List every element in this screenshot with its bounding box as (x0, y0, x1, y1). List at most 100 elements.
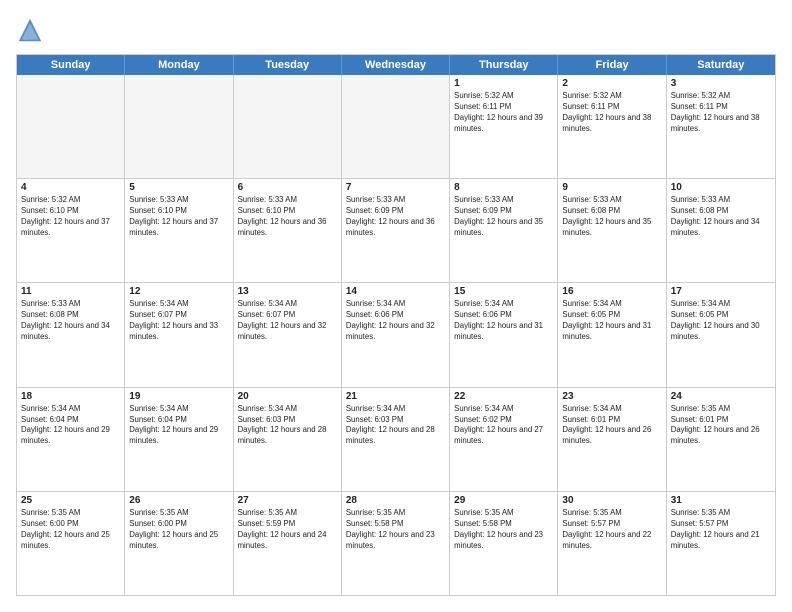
day-info: Sunrise: 5:34 AMSunset: 6:06 PMDaylight:… (346, 299, 445, 343)
calendar-cell-1: 1 Sunrise: 5:32 AMSunset: 6:11 PMDaylight… (450, 75, 558, 178)
day-number: 12 (129, 286, 228, 297)
day-number: 19 (129, 391, 228, 402)
day-info: Sunrise: 5:33 AMSunset: 6:10 PMDaylight:… (238, 195, 337, 239)
day-number: 30 (562, 495, 661, 506)
day-info: Sunrise: 5:34 AMSunset: 6:04 PMDaylight:… (21, 404, 120, 448)
calendar-cell-30: 30 Sunrise: 5:35 AMSunset: 5:57 PMDayligh… (558, 492, 666, 595)
day-number: 21 (346, 391, 445, 402)
day-info: Sunrise: 5:35 AMSunset: 6:01 PMDaylight:… (671, 404, 771, 448)
calendar-cell-4: 4 Sunrise: 5:32 AMSunset: 6:10 PMDaylight… (17, 179, 125, 282)
day-info: Sunrise: 5:32 AMSunset: 6:10 PMDaylight:… (21, 195, 120, 239)
weekday-header-wednesday: Wednesday (342, 55, 450, 75)
day-info: Sunrise: 5:35 AMSunset: 6:00 PMDaylight:… (129, 508, 228, 552)
calendar-cell-11: 11 Sunrise: 5:33 AMSunset: 6:08 PMDayligh… (17, 283, 125, 386)
day-info: Sunrise: 5:32 AMSunset: 6:11 PMDaylight:… (454, 91, 553, 135)
calendar-row-4: 25Sunrise: 5:35 AMSunset: 6:00 PMDayligh… (17, 492, 775, 595)
day-number: 5 (129, 182, 228, 193)
calendar-cell-empty (17, 75, 125, 178)
day-info: Sunrise: 5:35 AMSunset: 5:58 PMDaylight:… (454, 508, 553, 552)
day-number: 17 (671, 286, 771, 297)
page: SundayMondayTuesdayWednesdayThursdayFrid… (0, 0, 792, 612)
calendar-cell-empty (125, 75, 233, 178)
calendar-row-1: 4 Sunrise: 5:32 AMSunset: 6:10 PMDaylight… (17, 179, 775, 283)
calendar-cell-24: 24 Sunrise: 5:35 AMSunset: 6:01 PMDayligh… (667, 388, 775, 491)
weekday-header-thursday: Thursday (450, 55, 558, 75)
day-number: 18 (21, 391, 120, 402)
day-info: Sunrise: 5:34 AMSunset: 6:03 PMDaylight:… (238, 404, 337, 448)
calendar-cell-19: 19 Sunrise: 5:34 AMSunset: 6:04 PMDayligh… (125, 388, 233, 491)
day-number: 24 (671, 391, 771, 402)
calendar-cell-28: 28 Sunrise: 5:35 AMSunset: 5:58 PMDayligh… (342, 492, 450, 595)
calendar-cell-empty (342, 75, 450, 178)
calendar-cell-27: 27 Sunrise: 5:35 AMSunset: 5:59 PMDayligh… (234, 492, 342, 595)
calendar-cell-6: 6Sunrise: 5:33 AMSunset: 6:10 PMDaylight… (234, 179, 342, 282)
calendar-row-2: 11 Sunrise: 5:33 AMSunset: 6:08 PMDayligh… (17, 283, 775, 387)
calendar-cell-16: 16Sunrise: 5:34 AMSunset: 6:05 PMDayligh… (558, 283, 666, 386)
day-info: Sunrise: 5:35 AMSunset: 6:00 PMDaylight:… (21, 508, 120, 552)
day-info: Sunrise: 5:35 AMSunset: 5:59 PMDaylight:… (238, 508, 337, 552)
day-number: 27 (238, 495, 337, 506)
day-info: Sunrise: 5:35 AMSunset: 5:57 PMDaylight:… (562, 508, 661, 552)
day-number: 22 (454, 391, 553, 402)
calendar-cell-15: 15Sunrise: 5:34 AMSunset: 6:06 PMDayligh… (450, 283, 558, 386)
day-number: 4 (21, 182, 120, 193)
calendar-cell-10: 10Sunrise: 5:33 AMSunset: 6:08 PMDayligh… (667, 179, 775, 282)
calendar-row-3: 18 Sunrise: 5:34 AMSunset: 6:04 PMDayligh… (17, 388, 775, 492)
day-info: Sunrise: 5:35 AMSunset: 5:58 PMDaylight:… (346, 508, 445, 552)
weekday-header-sunday: Sunday (17, 55, 125, 75)
day-info: Sunrise: 5:33 AMSunset: 6:09 PMDaylight:… (346, 195, 445, 239)
calendar-header-row: SundayMondayTuesdayWednesdayThursdayFrid… (17, 55, 775, 75)
day-number: 23 (562, 391, 661, 402)
day-info: Sunrise: 5:35 AMSunset: 5:57 PMDaylight:… (671, 508, 771, 552)
calendar-cell-22: 22 Sunrise: 5:34 AMSunset: 6:02 PMDayligh… (450, 388, 558, 491)
day-number: 9 (562, 182, 661, 193)
calendar-cell-12: 12 Sunrise: 5:34 AMSunset: 6:07 PMDayligh… (125, 283, 233, 386)
day-info: Sunrise: 5:33 AMSunset: 6:08 PMDaylight:… (21, 299, 120, 343)
day-info: Sunrise: 5:33 AMSunset: 6:09 PMDaylight:… (454, 195, 553, 239)
calendar-cell-5: 5 Sunrise: 5:33 AMSunset: 6:10 PMDaylight… (125, 179, 233, 282)
calendar-cell-3: 3 Sunrise: 5:32 AMSunset: 6:11 PMDaylight… (667, 75, 775, 178)
weekday-header-friday: Friday (558, 55, 666, 75)
day-info: Sunrise: 5:33 AMSunset: 6:08 PMDaylight:… (562, 195, 661, 239)
day-info: Sunrise: 5:34 AMSunset: 6:07 PMDaylight:… (129, 299, 228, 343)
calendar-cell-23: 23 Sunrise: 5:34 AMSunset: 6:01 PMDayligh… (558, 388, 666, 491)
day-info: Sunrise: 5:34 AMSunset: 6:03 PMDaylight:… (346, 404, 445, 448)
logo (16, 16, 48, 44)
day-number: 1 (454, 78, 553, 89)
day-info: Sunrise: 5:34 AMSunset: 6:02 PMDaylight:… (454, 404, 553, 448)
day-info: Sunrise: 5:34 AMSunset: 6:04 PMDaylight:… (129, 404, 228, 448)
day-number: 13 (238, 286, 337, 297)
day-info: Sunrise: 5:32 AMSunset: 6:11 PMDaylight:… (671, 91, 771, 135)
calendar-cell-14: 14Sunrise: 5:34 AMSunset: 6:06 PMDayligh… (342, 283, 450, 386)
calendar-cell-17: 17 Sunrise: 5:34 AMSunset: 6:05 PMDayligh… (667, 283, 775, 386)
day-info: Sunrise: 5:33 AMSunset: 6:10 PMDaylight:… (129, 195, 228, 239)
day-number: 29 (454, 495, 553, 506)
day-number: 31 (671, 495, 771, 506)
day-number: 3 (671, 78, 771, 89)
day-info: Sunrise: 5:33 AMSunset: 6:08 PMDaylight:… (671, 195, 771, 239)
weekday-header-saturday: Saturday (667, 55, 775, 75)
day-number: 7 (346, 182, 445, 193)
weekday-header-tuesday: Tuesday (234, 55, 342, 75)
day-number: 11 (21, 286, 120, 297)
day-info: Sunrise: 5:32 AMSunset: 6:11 PMDaylight:… (562, 91, 661, 135)
calendar-cell-18: 18 Sunrise: 5:34 AMSunset: 6:04 PMDayligh… (17, 388, 125, 491)
calendar-cell-8: 8Sunrise: 5:33 AMSunset: 6:09 PMDaylight… (450, 179, 558, 282)
calendar-cell-31: 31 Sunrise: 5:35 AMSunset: 5:57 PMDayligh… (667, 492, 775, 595)
day-number: 28 (346, 495, 445, 506)
calendar-cell-29: 29 Sunrise: 5:35 AMSunset: 5:58 PMDayligh… (450, 492, 558, 595)
logo-icon (16, 16, 44, 44)
calendar-cell-25: 25Sunrise: 5:35 AMSunset: 6:00 PMDayligh… (17, 492, 125, 595)
day-number: 20 (238, 391, 337, 402)
calendar-cell-26: 26Sunrise: 5:35 AMSunset: 6:00 PMDayligh… (125, 492, 233, 595)
weekday-header-monday: Monday (125, 55, 233, 75)
calendar-cell-13: 13 Sunrise: 5:34 AMSunset: 6:07 PMDayligh… (234, 283, 342, 386)
calendar-row-0: 1 Sunrise: 5:32 AMSunset: 6:11 PMDaylight… (17, 75, 775, 179)
calendar-cell-21: 21 Sunrise: 5:34 AMSunset: 6:03 PMDayligh… (342, 388, 450, 491)
day-info: Sunrise: 5:34 AMSunset: 6:01 PMDaylight:… (562, 404, 661, 448)
calendar-cell-20: 20 Sunrise: 5:34 AMSunset: 6:03 PMDayligh… (234, 388, 342, 491)
day-number: 2 (562, 78, 661, 89)
day-number: 15 (454, 286, 553, 297)
day-info: Sunrise: 5:34 AMSunset: 6:05 PMDaylight:… (671, 299, 771, 343)
day-info: Sunrise: 5:34 AMSunset: 6:07 PMDaylight:… (238, 299, 337, 343)
